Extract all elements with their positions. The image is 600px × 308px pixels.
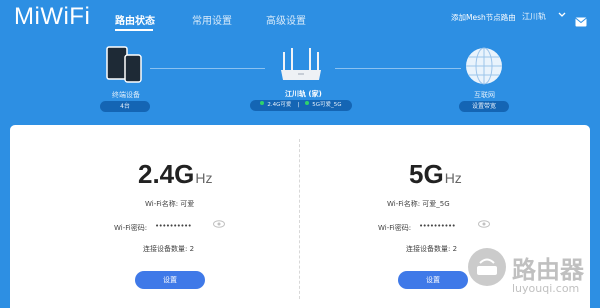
tab-advanced-settings[interactable]: 高级设置 [266, 12, 306, 27]
wifi-24-password-field[interactable]: •••••••••• [155, 222, 192, 230]
wifi-5-password-field[interactable]: •••••••••• [419, 222, 456, 230]
router-name: 江川轨 (家) [285, 90, 322, 98]
devices-count-badge[interactable]: 4台 [100, 101, 150, 112]
connection-line-right [335, 68, 461, 69]
band-5-unit: Hz [444, 170, 462, 186]
wifi-5-count-line: 连接设备数量: 2 [406, 245, 458, 253]
connection-line-left [150, 68, 265, 69]
band-24-unit: Hz [195, 170, 213, 186]
watermark-text: 路由器 [512, 256, 584, 284]
user-menu[interactable]: 江川轨 [522, 11, 546, 22]
internet-label: 互联网 [474, 91, 495, 99]
watermark-badge-icon [468, 248, 506, 286]
band-24-title: 2.4GHz [138, 159, 213, 190]
watermark-subtext: luyouqi.com [512, 282, 580, 295]
tab-router-status[interactable]: 路由状态 [115, 12, 155, 27]
band-5-title: 5GHz [409, 159, 462, 190]
wifi-5-status-icon [305, 101, 310, 105]
band-5-settings-button[interactable]: 设置 [398, 271, 468, 289]
wifi-24-count-line: 连接设备数量: 2 [143, 245, 195, 253]
wifi-24-name: 2.4G可爱 [267, 102, 292, 108]
eye-icon[interactable] [478, 220, 490, 230]
wifi-5-name: 5G可爱_5G [312, 102, 342, 108]
band-24-value: 2.4G [138, 159, 195, 189]
router-icon [277, 46, 325, 84]
mail-icon[interactable] [575, 12, 587, 27]
set-bandwidth-badge[interactable]: 设置带宽 [459, 101, 509, 112]
watermark: 路由器 luyouqi.com [468, 246, 594, 302]
wifi-24-status-icon [260, 101, 265, 105]
wifi-24-name-line: Wi-Fi名称: 可爱 [145, 200, 195, 208]
router-wifi-badge[interactable]: 2.4G可爱 | 5G可爱_5G [250, 100, 352, 111]
band-5-value: 5G [409, 159, 444, 189]
eye-icon[interactable] [213, 220, 225, 230]
devices-label: 终端设备 [112, 91, 140, 99]
tablet-phone-icon[interactable] [106, 46, 146, 86]
band-24-settings-button[interactable]: 设置 [135, 271, 205, 289]
wifi-5-password-label: Wi-Fi密码: [378, 224, 412, 232]
globe-icon[interactable] [464, 46, 504, 86]
panel-divider [299, 139, 300, 299]
active-tab-indicator [115, 29, 153, 31]
logo: MiWiFi [14, 3, 91, 30]
tab-common-settings[interactable]: 常用设置 [192, 12, 232, 27]
wifi-24-password-label: Wi-Fi密码: [114, 224, 148, 232]
wifi-5-name-line: Wi-Fi名称: 可爱_5G [387, 200, 450, 208]
chevron-down-icon[interactable] [558, 11, 566, 21]
top-bar: MiWiFi 路由状态 常用设置 高级设置 添加Mesh节点路由 江川轨 [0, 0, 600, 36]
add-mesh-node-link[interactable]: 添加Mesh节点路由 [451, 12, 516, 23]
